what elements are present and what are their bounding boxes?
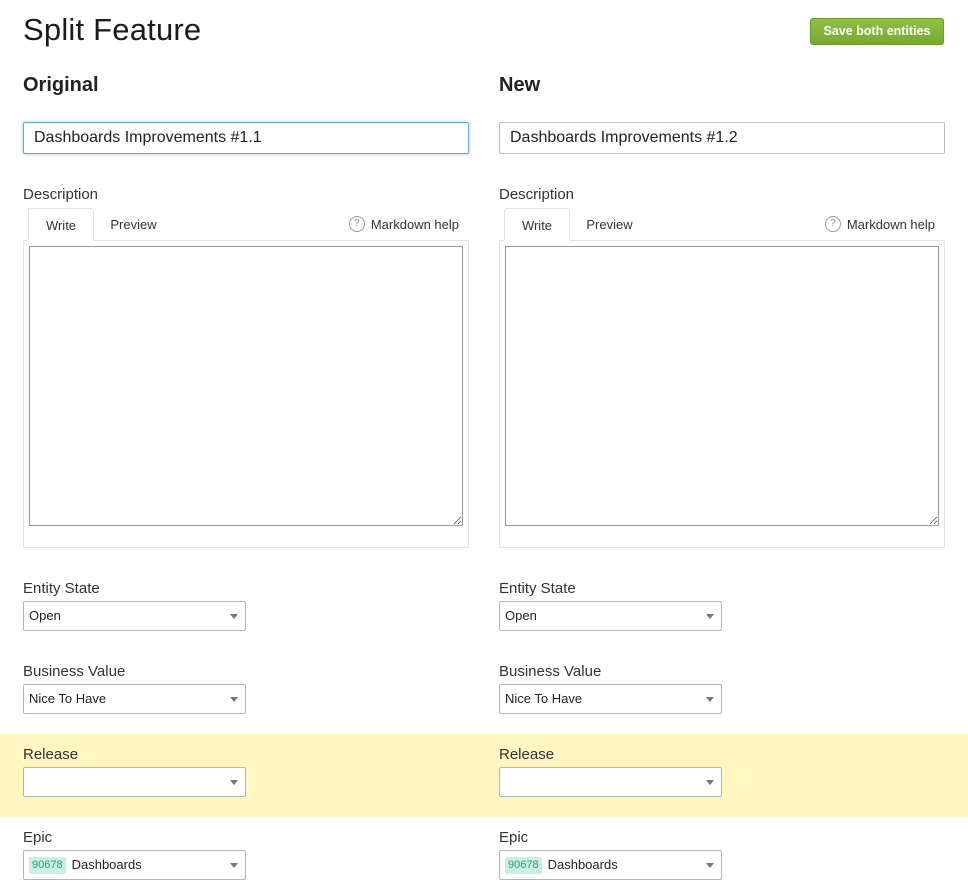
new-tab-write[interactable]: Write — [504, 208, 570, 241]
chevron-down-icon — [706, 863, 714, 868]
new-business-value-select[interactable]: Nice To Have — [499, 684, 722, 714]
select-value: Nice To Have — [505, 691, 583, 706]
original-tab-write[interactable]: Write — [28, 208, 94, 241]
new-business-value-label: Business Value — [499, 663, 602, 680]
new-epic-select[interactable]: 90678 Dashboards — [499, 850, 722, 880]
original-entity-state-select[interactable]: Open — [23, 601, 246, 631]
epic-id-badge: 90678 — [505, 857, 542, 874]
chevron-down-icon — [706, 614, 714, 619]
original-description-textarea[interactable] — [29, 246, 463, 526]
new-entity-state-select[interactable]: Open — [499, 601, 722, 631]
original-description-label: Description — [23, 186, 99, 203]
new-description-textarea[interactable] — [505, 246, 939, 526]
original-name-input[interactable] — [23, 122, 469, 154]
chevron-down-icon — [230, 863, 238, 868]
original-business-value-label: Business Value — [23, 663, 126, 680]
original-heading: Original — [23, 74, 99, 96]
new-column: New Description Write Preview ? Markdown… — [499, 0, 945, 889]
original-tab-preview[interactable]: Preview — [101, 208, 166, 241]
original-epic-select[interactable]: 90678 Dashboards — [23, 850, 246, 880]
markdown-help-label: Markdown help — [846, 216, 935, 232]
help-icon: ? — [348, 216, 365, 232]
new-entity-state-label: Entity State — [499, 580, 576, 597]
original-entity-state-label: Entity State — [23, 580, 100, 597]
new-heading: New — [499, 74, 541, 96]
select-value: Open — [505, 608, 537, 623]
chevron-down-icon — [230, 697, 238, 702]
new-release-label: Release — [499, 746, 555, 763]
chevron-down-icon — [706, 780, 714, 785]
new-tab-preview[interactable]: Preview — [577, 208, 642, 241]
select-value: Dashboards — [71, 857, 142, 872]
original-markdown-help-link[interactable]: ? Markdown help — [348, 216, 459, 232]
new-epic-label: Epic — [499, 829, 529, 846]
new-name-input[interactable] — [499, 122, 945, 154]
help-icon: ? — [824, 216, 841, 232]
original-epic-label: Epic — [23, 829, 53, 846]
new-description-label: Description — [499, 186, 575, 203]
chevron-down-icon — [706, 697, 714, 702]
original-business-value-select[interactable]: Nice To Have — [23, 684, 246, 714]
epic-id-badge: 90678 — [29, 857, 66, 874]
select-value: Nice To Have — [29, 691, 107, 706]
new-release-select[interactable] — [499, 767, 722, 797]
select-value: Dashboards — [547, 857, 618, 872]
new-markdown-help-link[interactable]: ? Markdown help — [824, 216, 935, 232]
markdown-help-label: Markdown help — [370, 216, 459, 232]
chevron-down-icon — [230, 614, 238, 619]
original-release-select[interactable] — [23, 767, 246, 797]
chevron-down-icon — [230, 780, 238, 785]
original-release-label: Release — [23, 746, 79, 763]
original-column: Original Description Write Preview ? Mar… — [23, 0, 469, 889]
select-value: Open — [29, 608, 61, 623]
